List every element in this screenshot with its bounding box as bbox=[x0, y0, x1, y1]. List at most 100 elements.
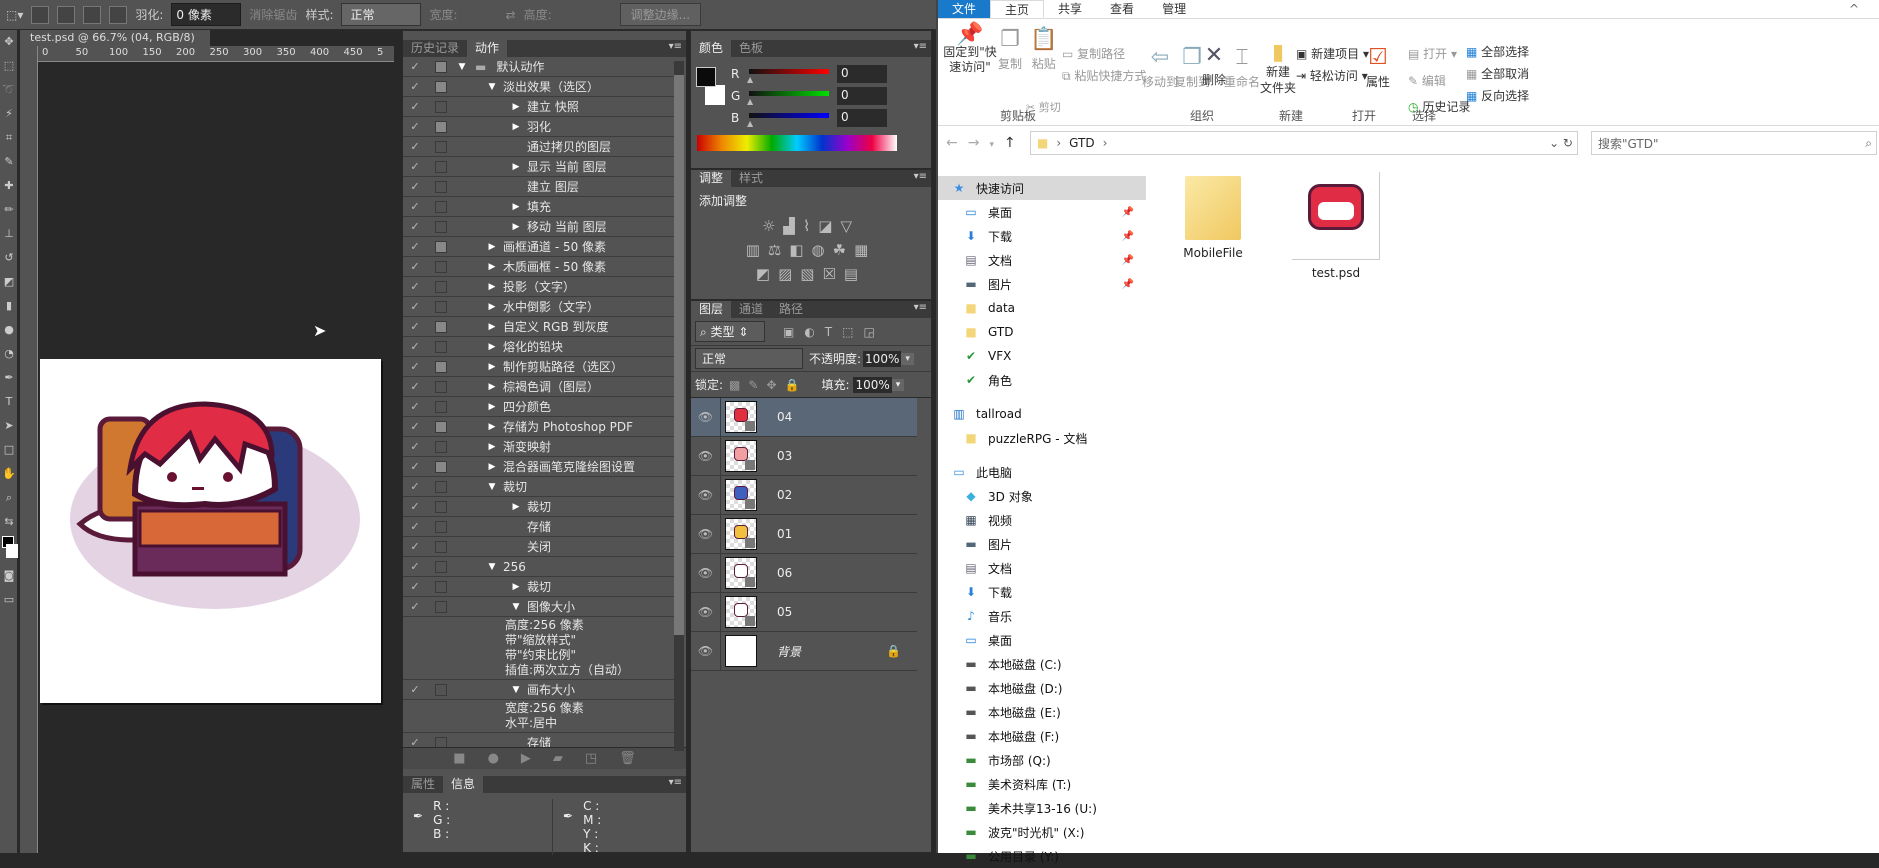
address-gtd[interactable]: GTD bbox=[1069, 136, 1094, 150]
dialog-toggle[interactable] bbox=[435, 280, 447, 293]
dialog-toggle[interactable] bbox=[435, 460, 447, 473]
ribbon-tab-0[interactable]: 文件 bbox=[938, 0, 991, 18]
tab-color[interactable]: 颜色 bbox=[691, 40, 732, 57]
slider-handle-icon[interactable]: ▲ bbox=[747, 75, 753, 84]
easy-access-button[interactable]: ⇥ 轻松访问 ▾ bbox=[1296, 67, 1368, 84]
threshold-icon[interactable]: ▧ bbox=[800, 265, 822, 283]
action-row[interactable]: ✓ ▶ 棕褐色调（图层） bbox=[403, 377, 674, 397]
action-row[interactable]: ✓ ▶ 自定义 RGB 到灰度 bbox=[403, 317, 674, 337]
select-all-button[interactable]: ▦ 全部选择 bbox=[1466, 43, 1529, 60]
dialog-toggle[interactable] bbox=[435, 736, 447, 747]
dialog-toggle[interactable] bbox=[435, 300, 447, 313]
expand-down-icon[interactable]: ▼ bbox=[485, 482, 499, 492]
nav-item[interactable]: ⬇ 下载 📌 bbox=[938, 224, 1146, 248]
type-tool-icon[interactable]: T bbox=[0, 390, 18, 414]
expand-right-icon[interactable]: ▶ bbox=[485, 462, 499, 472]
panel-menu-icon[interactable]: ▾≡ bbox=[669, 41, 682, 52]
nav-item[interactable]: ▬ 本地磁盘 (C:) bbox=[938, 652, 1146, 676]
back-icon[interactable]: ← bbox=[946, 135, 968, 151]
expand-down-icon[interactable]: ▼ bbox=[455, 62, 469, 72]
nav-item[interactable]: ▭ 桌面 bbox=[938, 628, 1146, 652]
nav-item[interactable]: ▤ 文档 bbox=[938, 556, 1146, 580]
mixer-icon[interactable]: ☘ bbox=[833, 241, 854, 259]
copy-path-button[interactable]: ▭ 复制路径 bbox=[1062, 45, 1125, 62]
new-selection-button[interactable] bbox=[31, 5, 50, 24]
nav-item[interactable]: ▬ 本地磁盘 (E:) bbox=[938, 700, 1146, 724]
move-tool-icon[interactable]: ✥ bbox=[0, 30, 18, 54]
fill-input[interactable]: 100% bbox=[853, 376, 892, 393]
checkmark-icon[interactable]: ✓ bbox=[403, 80, 427, 93]
action-row[interactable]: ✓ ▶ 建立 快照 bbox=[403, 97, 674, 117]
visibility-eye-icon[interactable]: 👁 bbox=[691, 437, 721, 475]
action-row[interactable]: ✓ ▶ 裁切 bbox=[403, 577, 674, 597]
nav-item[interactable]: ▬ 图片 📌 bbox=[938, 272, 1146, 296]
nav-item[interactable]: ▭ 此电脑 bbox=[938, 460, 1146, 484]
dialog-toggle[interactable] bbox=[435, 360, 447, 373]
heal-tool-icon[interactable]: ✚ bbox=[0, 174, 18, 198]
dialog-toggle[interactable] bbox=[435, 440, 447, 453]
quickmask-icon[interactable]: ◙ bbox=[0, 564, 18, 588]
expand-right-icon[interactable]: ▶ bbox=[485, 322, 499, 332]
tab-info[interactable]: 信息 bbox=[443, 776, 484, 793]
intersect-selection-button[interactable] bbox=[109, 5, 128, 24]
panel-menu-icon[interactable]: ▾≡ bbox=[914, 302, 927, 313]
filter-icons[interactable]: ▣◐T⬚◲ bbox=[783, 325, 885, 339]
nav-item[interactable]: ▬ 市场部 (Q:) bbox=[938, 748, 1146, 772]
nav-item[interactable]: ▤ 文档 📌 bbox=[938, 248, 1146, 272]
eyedropper-tool-icon[interactable]: ✎ bbox=[0, 150, 18, 174]
expand-right-icon[interactable]: ▶ bbox=[509, 122, 523, 132]
new-action-icon[interactable]: ◳ bbox=[585, 748, 597, 769]
dialog-toggle[interactable] bbox=[435, 540, 447, 553]
pin-icon[interactable]: 📌 bbox=[1122, 231, 1134, 242]
expand-right-icon[interactable]: ▶ bbox=[509, 582, 523, 592]
color-spectrum[interactable] bbox=[697, 135, 897, 151]
dialog-toggle[interactable] bbox=[435, 260, 447, 273]
path-select-icon[interactable]: ➤ bbox=[0, 414, 18, 438]
action-row[interactable]: ✓ ▶ 木质画框 - 50 像素 bbox=[403, 257, 674, 277]
channel-slider-b[interactable] bbox=[749, 113, 829, 118]
background-color-swatch[interactable] bbox=[705, 85, 725, 105]
address-bar[interactable]: ■ › GTD › ⌄ ↻ bbox=[1030, 131, 1578, 155]
action-row[interactable]: ✓ ▼ 图像大小 bbox=[403, 597, 674, 617]
nav-item[interactable]: ▬ 波克"时光机" (X:) bbox=[938, 820, 1146, 844]
photo-filter-icon[interactable]: ◍ bbox=[812, 241, 833, 259]
ribbon-tab-1[interactable]: 主页 bbox=[990, 0, 1045, 18]
paste-button[interactable]: 📋 粘贴 bbox=[1030, 27, 1057, 72]
select-none-button[interactable]: ▦ 全部取消 bbox=[1466, 65, 1529, 82]
checkmark-icon[interactable]: ✓ bbox=[403, 540, 427, 553]
dialog-toggle[interactable] bbox=[435, 320, 447, 333]
checkmark-icon[interactable]: ✓ bbox=[403, 280, 427, 293]
layer-row[interactable]: 👁 03 bbox=[691, 437, 917, 476]
subtract-selection-button[interactable] bbox=[83, 5, 102, 24]
collapse-ribbon-icon[interactable]: ^ bbox=[1849, 2, 1859, 16]
action-row[interactable]: ✓ ▶ 水中倒影（文字） bbox=[403, 297, 674, 317]
tab-channels[interactable]: 通道 bbox=[731, 301, 771, 318]
action-row[interactable]: ✓ ▶ 裁切 bbox=[403, 497, 674, 517]
tab-properties[interactable]: 属性 bbox=[403, 776, 443, 793]
invert-icon[interactable]: ◩ bbox=[756, 265, 778, 283]
action-row[interactable]: ✓ ▶ 制作剪贴路径（选区） bbox=[403, 357, 674, 377]
checkmark-icon[interactable]: ✓ bbox=[403, 360, 427, 373]
dialog-toggle[interactable] bbox=[435, 160, 447, 173]
checkmark-icon[interactable]: ✓ bbox=[403, 480, 427, 493]
panel-menu-icon[interactable]: ▾≡ bbox=[914, 41, 927, 52]
dialog-toggle[interactable] bbox=[435, 520, 447, 533]
nav-item[interactable]: ◆ 3D 对象 bbox=[938, 484, 1146, 508]
expand-right-icon[interactable]: ▶ bbox=[485, 262, 499, 272]
dialog-toggle[interactable] bbox=[435, 500, 447, 513]
expand-down-icon[interactable]: ▼ bbox=[509, 602, 523, 612]
tab-paths[interactable]: 路径 bbox=[771, 301, 811, 318]
blur-tool-icon[interactable]: ● bbox=[0, 318, 18, 342]
vibrance-icon[interactable]: ▽ bbox=[840, 217, 860, 235]
expand-right-icon[interactable]: ▶ bbox=[485, 302, 499, 312]
posterize-icon[interactable]: ▨ bbox=[778, 265, 800, 283]
nav-item[interactable]: ▬ 美术资料库 (T:) bbox=[938, 772, 1146, 796]
crop-tool-icon[interactable]: ⌗ bbox=[0, 126, 18, 150]
lock-icons[interactable]: ▩✎✥🔒 bbox=[729, 378, 807, 392]
rename-button[interactable]: ⌶ 重命名 bbox=[1224, 45, 1260, 90]
action-row[interactable]: ✓ ▼ ▬ 默认动作 bbox=[403, 57, 674, 77]
checkmark-icon[interactable]: ✓ bbox=[403, 340, 427, 353]
opacity-input[interactable]: 100% bbox=[863, 350, 902, 367]
balance-icon[interactable]: ⚖ bbox=[768, 241, 789, 259]
recent-icon[interactable]: ▾ bbox=[989, 140, 1004, 150]
